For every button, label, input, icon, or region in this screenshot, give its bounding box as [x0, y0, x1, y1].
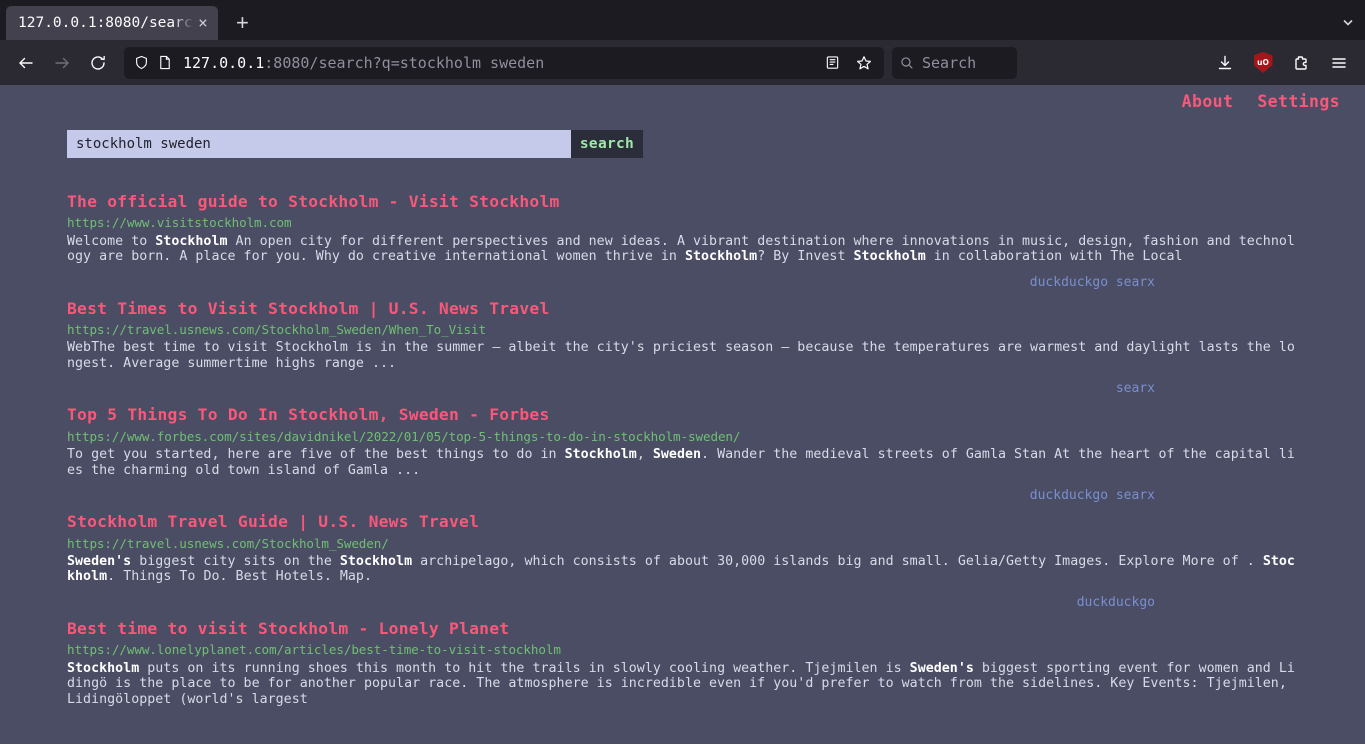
result-snippet: Welcome to Stockholm An open city for di… — [67, 233, 1295, 265]
result-snippet: Stockholm puts on its running shoes this… — [67, 660, 1295, 707]
searx-results-page: About Settings search The official guide… — [0, 85, 1365, 744]
browser-search-bar[interactable]: Search — [892, 46, 1017, 79]
list-all-tabs-chevron-down-icon[interactable] — [1341, 14, 1355, 33]
tab-title: 127.0.0.1:8080/search — [18, 15, 194, 31]
browser-tab[interactable]: 127.0.0.1:8080/search × — [6, 6, 218, 40]
downloads-icon[interactable] — [1207, 47, 1243, 79]
tab-strip: 127.0.0.1:8080/search × + — [0, 0, 1365, 40]
result-url[interactable]: https://travel.usnews.com/Stockholm_Swed… — [67, 536, 1233, 552]
url-host: 127.0.0.1 — [183, 53, 265, 72]
results-list: The official guide to Stockholm - Visit … — [0, 158, 1295, 707]
result-item: Best Times to Visit Stockholm | U.S. New… — [67, 299, 1295, 397]
result-url[interactable]: https://www.visitstockholm.com — [67, 215, 1233, 231]
reader-mode-icon[interactable] — [818, 49, 846, 77]
result-engines: searx — [67, 381, 1233, 396]
search-area: search — [0, 118, 1365, 158]
toolbar-right-actions: uO — [1207, 47, 1357, 79]
url-text: 127.0.0.1:8080/search?q=stockholm sweden — [183, 54, 818, 72]
result-snippet: Sweden's biggest city sits on the Stockh… — [67, 553, 1295, 585]
result-engines: duckduckgo searx — [67, 275, 1233, 290]
result-engines: duckduckgo — [67, 595, 1233, 610]
result-snippet: WebThe best time to visit Stockholm is i… — [67, 340, 1295, 371]
result-url[interactable]: https://www.forbes.com/sites/davidnikel/… — [67, 429, 1233, 445]
forward-button[interactable] — [44, 47, 80, 79]
result-title-link[interactable]: Stockholm Travel Guide | U.S. News Trave… — [67, 512, 479, 532]
result-title-link[interactable]: Best Times to Visit Stockholm | U.S. New… — [67, 299, 550, 319]
extensions-icon[interactable] — [1283, 47, 1319, 79]
engine-tag[interactable]: duckduckgo searx — [1030, 275, 1155, 290]
result-title-link[interactable]: The official guide to Stockholm - Visit … — [67, 192, 560, 212]
url-path: :8080/search?q=stockholm sweden — [264, 53, 545, 72]
result-item: Best time to visit Stockholm - Lonely Pl… — [67, 619, 1295, 707]
nav-link-about[interactable]: About — [1182, 92, 1234, 111]
engine-tag[interactable]: duckduckgo searx — [1030, 488, 1155, 503]
engine-tag[interactable]: searx — [1116, 381, 1155, 396]
ublock-origin-icon[interactable]: uO — [1245, 47, 1281, 79]
result-engines: duckduckgo searx — [67, 488, 1233, 503]
url-bar[interactable]: 127.0.0.1:8080/search?q=stockholm sweden — [124, 46, 884, 79]
search-form: search — [67, 130, 643, 158]
browser-search-placeholder: Search — [922, 53, 977, 72]
search-icon — [900, 56, 914, 70]
search-submit-button[interactable]: search — [571, 130, 643, 158]
result-item: Stockholm Travel Guide | U.S. News Trave… — [67, 512, 1295, 610]
bookmark-star-icon[interactable] — [850, 49, 878, 77]
engine-tag[interactable]: duckduckgo — [1077, 595, 1155, 610]
result-title-link[interactable]: Top 5 Things To Do In Stockholm, Sweden … — [67, 405, 550, 425]
ublock-badge-label: uO — [1253, 52, 1273, 73]
result-item: Top 5 Things To Do In Stockholm, Sweden … — [67, 405, 1295, 503]
result-url[interactable]: https://travel.usnews.com/Stockholm_Swed… — [67, 322, 1233, 338]
result-item: The official guide to Stockholm - Visit … — [67, 192, 1295, 290]
result-title-link[interactable]: Best time to visit Stockholm - Lonely Pl… — [67, 619, 509, 639]
application-menu-hamburger-icon[interactable] — [1321, 47, 1357, 79]
site-header: About Settings — [0, 85, 1365, 118]
reload-button[interactable] — [80, 47, 116, 79]
navigation-toolbar: 127.0.0.1:8080/search?q=stockholm sweden… — [0, 40, 1365, 85]
page-info-document-icon[interactable] — [158, 55, 172, 70]
close-tab-icon[interactable]: × — [194, 15, 212, 31]
nav-link-settings[interactable]: Settings — [1257, 92, 1340, 111]
result-url[interactable]: https://www.lonelyplanet.com/articles/be… — [67, 642, 1233, 658]
result-snippet: To get you started, here are five of the… — [67, 447, 1295, 478]
back-button[interactable] — [8, 47, 44, 79]
search-input[interactable] — [67, 130, 571, 158]
shield-icon[interactable] — [134, 55, 149, 70]
new-tab-button[interactable]: + — [236, 12, 249, 34]
